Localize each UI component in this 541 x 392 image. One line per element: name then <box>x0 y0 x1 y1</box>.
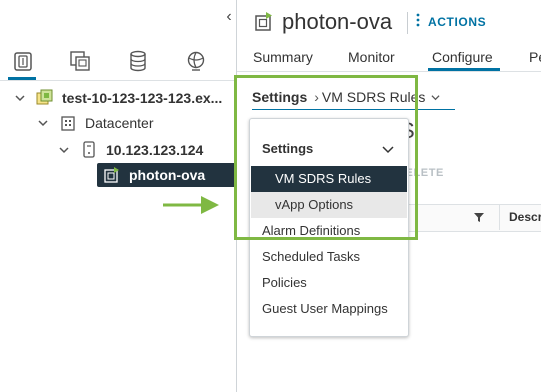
actions-menu-button[interactable]: ACTIONS <box>416 13 486 30</box>
tree-node-datacenter[interactable]: Datacenter <box>37 112 153 134</box>
vms-templates-icon <box>70 51 90 71</box>
tab-permissions[interactable]: Pe <box>529 49 541 65</box>
chevron-down-icon[interactable] <box>58 144 70 156</box>
host-icon <box>80 141 98 159</box>
dropdown-item-policies[interactable]: Policies <box>251 270 407 296</box>
datacenter-icon <box>59 114 77 132</box>
divider <box>407 12 408 34</box>
tree-label: test-10-123-123-123.ex... <box>62 90 223 106</box>
hosts-clusters-icon <box>14 52 32 71</box>
more-vertical-icon <box>416 13 424 30</box>
tab-monitor[interactable]: Monitor <box>348 49 395 65</box>
tab-configure[interactable]: Configure <box>432 49 493 65</box>
dropdown-item-guest-user-mappings[interactable]: Guest User Mappings <box>251 296 407 322</box>
column-header-description[interactable]: Descr <box>509 210 541 224</box>
tree-node-vm-selected[interactable]: photon-ova <box>97 163 236 187</box>
filter-icon[interactable] <box>473 210 485 228</box>
tree-label: photon-ova <box>129 167 206 183</box>
tab-summary[interactable]: Summary <box>253 49 313 65</box>
tree-label: 10.123.123.124 <box>106 142 204 158</box>
networking-icon <box>187 51 205 71</box>
vm-powered-on-icon <box>103 166 121 184</box>
annotation-highlight-box <box>234 75 418 240</box>
vcenter-icon <box>36 89 54 107</box>
divider <box>237 71 541 72</box>
storage-icon <box>130 50 146 72</box>
tree-node-host[interactable]: 10.123.123.124 <box>58 139 203 161</box>
nav-tab-storage[interactable] <box>123 48 153 74</box>
collapse-navigator-button[interactable]: ‹ <box>222 8 236 26</box>
chevron-down-icon <box>431 93 440 102</box>
page-title: photon-ova <box>282 9 393 34</box>
chevron-down-icon[interactable] <box>37 117 49 129</box>
chevron-down-icon[interactable] <box>14 92 26 104</box>
tree-label: Datacenter <box>85 115 154 131</box>
nav-tab-networking[interactable] <box>181 48 211 74</box>
nav-tab-hosts-clusters[interactable] <box>8 48 38 74</box>
actions-label: ACTIONS <box>428 14 487 29</box>
vm-powered-on-icon <box>254 12 274 37</box>
dropdown-item-scheduled-tasks[interactable]: Scheduled Tasks <box>251 244 407 270</box>
divider <box>0 80 237 81</box>
column-divider[interactable] <box>499 205 500 230</box>
nav-tab-vms-templates[interactable] <box>65 48 95 74</box>
annotation-arrow-icon <box>163 194 221 221</box>
tree-node-vcenter[interactable]: test-10-123-123-123.ex... <box>14 87 222 109</box>
